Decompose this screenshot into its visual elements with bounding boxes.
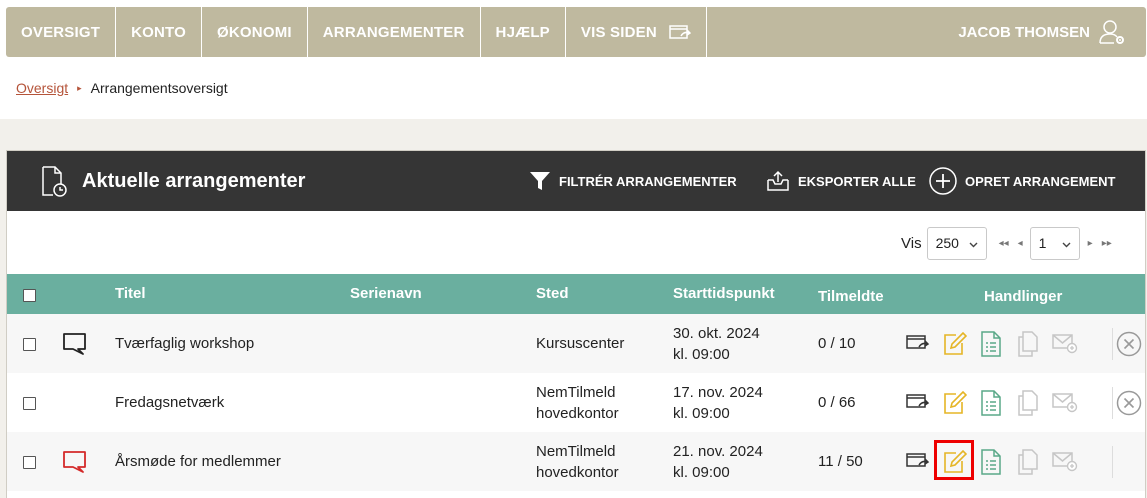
page-value: 1 — [1038, 235, 1047, 251]
column-divider — [1112, 328, 1113, 360]
edit-icon[interactable] — [943, 450, 967, 474]
copy-icon[interactable] — [1017, 390, 1039, 416]
speech-bubble-icon[interactable] — [62, 450, 88, 474]
event-registered: 0 / 10 — [818, 335, 856, 352]
table-header: Titel Serienavn Sted Starttidspunkt Tilm… — [7, 274, 1145, 314]
mail-icon[interactable] — [1052, 391, 1078, 413]
participant-list-icon[interactable] — [981, 331, 1001, 357]
nav-label: OVERSIGT — [21, 23, 101, 41]
breadcrumb-link-oversigt[interactable]: Oversigt — [16, 80, 68, 96]
column-header-title[interactable]: Titel — [115, 285, 146, 302]
page-size-value: 250 — [935, 235, 959, 251]
participant-list-icon[interactable] — [981, 390, 1001, 416]
mail-icon[interactable] — [1052, 450, 1078, 472]
event-title[interactable]: Fredagsnetværk — [115, 392, 224, 413]
nav-label: VIS SIDEN — [580, 23, 657, 41]
table-row: Tværfaglig workshop Kursuscenter 30. okt… — [7, 314, 1145, 373]
page-size-select[interactable]: 250 — [926, 226, 987, 260]
chevron-down-icon — [969, 235, 978, 251]
delete-icon[interactable] — [1116, 390, 1142, 416]
column-divider — [1112, 387, 1113, 419]
event-location-line2: hovedkontor — [536, 405, 619, 422]
nav-label: ARRANGEMENTER — [322, 23, 465, 41]
nav-item-konto[interactable]: KONTO — [116, 7, 203, 57]
event-title[interactable]: Tværfaglig workshop — [115, 333, 254, 354]
page-select[interactable]: 1 — [1029, 226, 1080, 260]
view-site-icon[interactable] — [906, 392, 930, 412]
nav-item-oversigt[interactable]: OVERSIGT — [6, 7, 117, 57]
document-clock-icon — [41, 166, 69, 203]
event-title[interactable]: Årsmøde for medlemmer — [115, 451, 281, 472]
row-checkbox[interactable] — [23, 456, 36, 469]
nav-label: HJÆLP — [495, 23, 550, 41]
event-start-time: kl. 09:00 — [673, 346, 730, 363]
event-start-date: 30. okt. 2024 — [673, 325, 760, 342]
breadcrumb-separator: ▸ — [77, 82, 82, 93]
column-divider — [1112, 446, 1113, 478]
user-menu[interactable]: JACOB THOMSEN — [958, 7, 1146, 57]
export-all-label: EKSPORTER ALLE — [798, 173, 916, 189]
mail-icon[interactable] — [1052, 332, 1078, 354]
copy-icon[interactable] — [1017, 449, 1039, 475]
nav-label: KONTO — [131, 23, 187, 41]
column-header-location[interactable]: Sted — [536, 285, 569, 302]
column-header-series[interactable]: Serienavn — [350, 285, 422, 302]
edit-icon[interactable] — [943, 391, 967, 415]
speech-bubble-icon[interactable] — [62, 332, 88, 356]
create-event-label: OPRET ARRANGEMENT — [965, 173, 1116, 189]
view-site-icon — [669, 24, 691, 40]
user-name: JACOB THOMSEN — [958, 23, 1090, 41]
event-start-date: 21. nov. 2024 — [673, 443, 763, 460]
event-registered: 11 / 50 — [818, 453, 863, 470]
event-location-line2: hovedkontor — [536, 464, 619, 481]
select-all-checkbox[interactable] — [23, 289, 36, 302]
user-settings-icon — [1098, 19, 1126, 45]
edit-icon[interactable] — [943, 332, 967, 356]
chevron-down-icon — [1062, 235, 1071, 251]
create-event-button[interactable]: OPRET ARRANGEMENT — [929, 151, 1115, 211]
next-page-button[interactable]: ▸ — [1088, 238, 1093, 249]
nav-label: ØKONOMI — [217, 23, 292, 41]
view-site-icon[interactable] — [906, 451, 930, 471]
event-registered: 0 / 66 — [818, 394, 856, 411]
top-navigation: OVERSIGT KONTO ØKONOMI ARRANGEMENTER HJÆ… — [6, 7, 1146, 57]
breadcrumb: Oversigt ▸ Arrangementsoversigt — [16, 80, 228, 96]
nav-item-okonomi[interactable]: ØKONOMI — [202, 7, 308, 57]
column-header-actions: Handlinger — [984, 288, 1063, 305]
pagination: Vis 250 ◂◂ ◂ 1 ▸ ▸▸ — [901, 226, 1112, 260]
column-header-registered[interactable]: Tilmeldte — [818, 288, 884, 305]
copy-icon[interactable] — [1017, 331, 1039, 357]
event-location: NemTilmeld — [536, 384, 616, 401]
export-icon — [766, 170, 790, 192]
filter-events-label: FILTRÉR ARRANGEMENTER — [559, 173, 737, 189]
row-checkbox[interactable] — [23, 397, 36, 410]
delete-icon[interactable] — [1116, 331, 1142, 357]
event-location: NemTilmeld — [536, 443, 616, 460]
table-row: Årsmøde for medlemmer NemTilmeld hovedko… — [7, 432, 1145, 491]
event-start-time: kl. 09:00 — [673, 405, 730, 422]
export-all-button[interactable]: EKSPORTER ALLE — [766, 151, 916, 211]
participant-list-icon[interactable] — [981, 449, 1001, 475]
breadcrumb-current: Arrangementsoversigt — [90, 80, 228, 96]
last-page-button[interactable]: ▸▸ — [1102, 238, 1112, 249]
filter-events-button[interactable]: FILTRÉR ARRANGEMENTER — [529, 151, 737, 211]
column-header-start[interactable]: Starttidspunkt — [673, 285, 775, 302]
page-size-label: Vis — [901, 234, 922, 252]
previous-page-button[interactable]: ◂ — [1018, 238, 1023, 249]
row-checkbox[interactable] — [23, 338, 36, 351]
event-start-date: 17. nov. 2024 — [673, 384, 763, 401]
nav-item-arrangementer[interactable]: ARRANGEMENTER — [308, 7, 481, 57]
panel-header: Aktuelle arrangementer FILTRÉR ARRANGEME… — [7, 151, 1145, 211]
panel-title: Aktuelle arrangementer — [82, 170, 306, 192]
nav-item-vis-siden[interactable]: VIS SIDEN — [566, 7, 707, 57]
events-panel: Aktuelle arrangementer FILTRÉR ARRANGEME… — [6, 150, 1146, 498]
first-page-button[interactable]: ◂◂ — [999, 238, 1009, 249]
event-location: Kursuscenter — [536, 335, 625, 352]
plus-circle-icon — [929, 167, 957, 195]
event-start-time: kl. 09:00 — [673, 464, 730, 481]
view-site-icon[interactable] — [906, 333, 930, 353]
filter-icon — [529, 170, 551, 192]
table-row: Fredagsnetværk NemTilmeld hovedkontor 17… — [7, 373, 1145, 432]
nav-item-hjaelp[interactable]: HJÆLP — [481, 7, 566, 57]
